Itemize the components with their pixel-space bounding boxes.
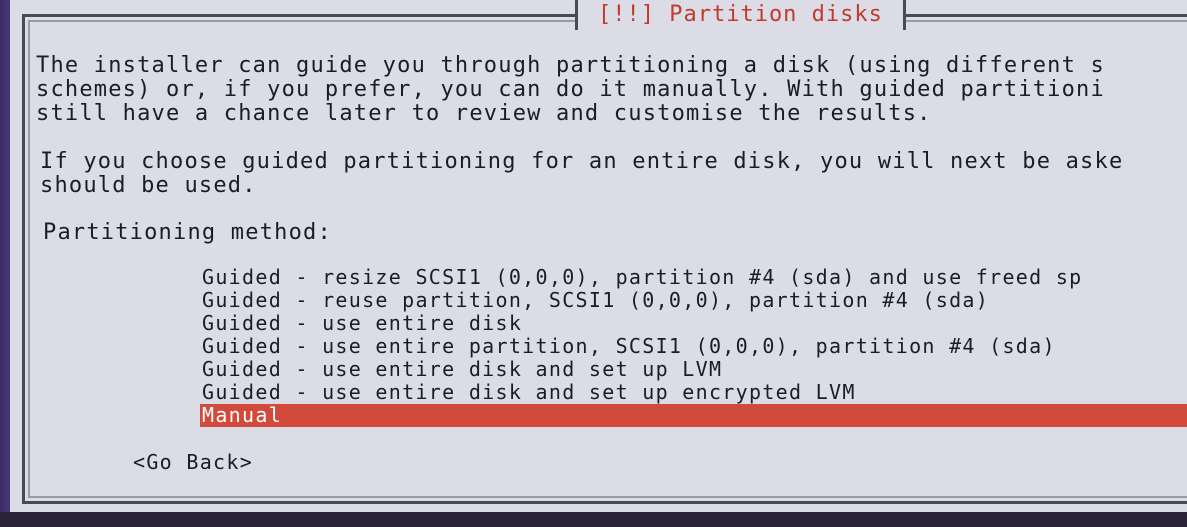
option-guided-entire-disk[interactable]: Guided - use entire disk (200, 312, 1187, 335)
option-guided-encrypted-lvm[interactable]: Guided - use entire disk and set up encr… (200, 381, 1187, 404)
screen-bottom-edge (0, 512, 1187, 527)
option-guided-reuse-partition[interactable]: Guided - reuse partition, SCSI1 (0,0,0),… (200, 289, 1187, 312)
guided-note-line-1: If you choose guided partitioning for an… (40, 149, 1124, 174)
intro-line-2: schemes) or, if you prefer, you can do i… (36, 77, 1105, 102)
partitioning-method-list: Guided - resize SCSI1 (0,0,0), partition… (200, 266, 1187, 427)
option-manual[interactable]: Manual (200, 404, 1187, 427)
option-guided-entire-partition[interactable]: Guided - use entire partition, SCSI1 (0,… (200, 335, 1187, 358)
option-guided-resize[interactable]: Guided - resize SCSI1 (0,0,0), partition… (200, 266, 1187, 289)
go-back-button[interactable]: <Go Back> (133, 450, 253, 474)
intro-line-3: still have a chance later to review and … (36, 101, 932, 126)
dialog-title: [!!] Partition disks (575, 0, 906, 30)
intro-line-1: The installer can guide you through part… (36, 53, 1105, 78)
partitioning-method-label: Partitioning method: (43, 220, 332, 245)
option-guided-lvm[interactable]: Guided - use entire disk and set up LVM (200, 358, 1187, 381)
guided-note-line-2: should be used. (40, 173, 257, 198)
partition-dialog: [!!] Partition disks The installer can g… (10, 0, 1187, 512)
